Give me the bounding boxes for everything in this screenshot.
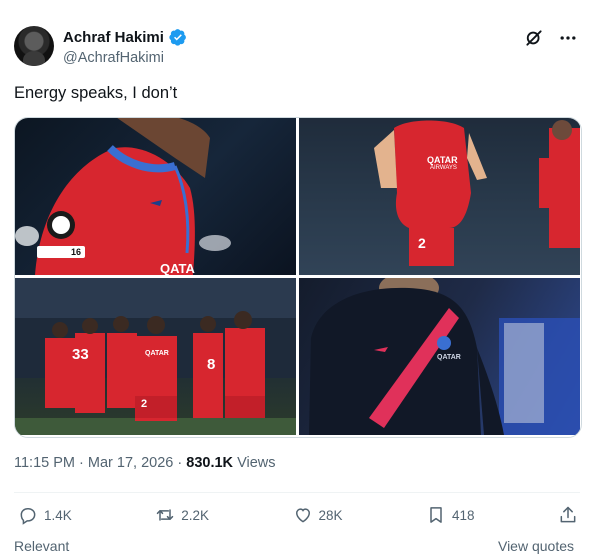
heart-icon bbox=[295, 508, 310, 523]
shorts-number: 2 bbox=[418, 235, 426, 251]
meta-separator: · bbox=[79, 455, 84, 471]
tweet-meta: 11:15 PM · Mar 17, 2026 · 830.1K Views bbox=[14, 455, 275, 471]
tweet-date[interactable]: Mar 17, 2026 bbox=[88, 455, 173, 471]
media-image-1[interactable]: 16 QATA bbox=[15, 118, 296, 275]
more-options-icon[interactable] bbox=[558, 28, 578, 48]
grok-icon[interactable] bbox=[524, 28, 544, 48]
bookmark-count: 418 bbox=[452, 507, 475, 523]
tweet-time[interactable]: 11:15 PM bbox=[14, 455, 75, 471]
badge-number: 16 bbox=[71, 247, 82, 257]
action-bar: 1.4K 2.2K 28K 418 bbox=[18, 505, 578, 525]
avatar[interactable] bbox=[14, 26, 54, 66]
divider bbox=[14, 492, 580, 493]
media-image-4[interactable]: QATAR bbox=[299, 278, 580, 435]
media-image-2[interactable]: QATAR AIRWAYS 2 bbox=[299, 118, 580, 275]
author-name[interactable]: Achraf Hakimi bbox=[63, 29, 164, 46]
player-number-right: 8 bbox=[207, 356, 216, 373]
reply-icon bbox=[20, 508, 36, 525]
tweet-text: Energy speaks, I don’t bbox=[14, 84, 178, 102]
bookmark-icon bbox=[430, 507, 442, 523]
view-quotes-link[interactable]: View quotes bbox=[498, 538, 574, 554]
shirt-sponsor-main: QATAR bbox=[427, 155, 458, 165]
like-count: 28K bbox=[318, 507, 343, 523]
player-number-left: 33 bbox=[72, 346, 89, 363]
views-label: Views bbox=[237, 455, 276, 471]
repost-icon bbox=[157, 509, 174, 521]
reply-button[interactable]: 1.4K bbox=[18, 505, 72, 525]
views-count: 830.1K bbox=[186, 455, 234, 471]
share-icon bbox=[560, 506, 576, 523]
repost-count: 2.2K bbox=[181, 507, 210, 523]
author-name-row: Achraf Hakimi bbox=[63, 28, 187, 46]
shirt-sponsor-text: QATAR bbox=[145, 350, 169, 357]
media-image-3[interactable]: QATAR 33 2 8 bbox=[15, 278, 296, 435]
reply-count: 1.4K bbox=[44, 507, 72, 523]
shirt-sponsor-text: QATA bbox=[160, 261, 195, 275]
share-button[interactable] bbox=[558, 505, 578, 525]
verified-badge-icon bbox=[169, 28, 187, 46]
like-button[interactable]: 28K bbox=[293, 505, 343, 525]
jacket-sponsor-text: QATAR bbox=[437, 354, 461, 361]
relevant-sort-label[interactable]: Relevant bbox=[14, 538, 69, 554]
tweet-card: Achraf Hakimi @AchrafHakimi Energy speak… bbox=[0, 0, 594, 554]
player-number-center: 2 bbox=[141, 398, 148, 410]
author-handle[interactable]: @AchrafHakimi bbox=[63, 50, 164, 66]
top-actions bbox=[524, 28, 578, 48]
repost-button[interactable]: 2.2K bbox=[155, 505, 209, 525]
bookmark-button[interactable]: 418 bbox=[426, 505, 475, 525]
meta-separator: · bbox=[177, 455, 183, 471]
shirt-sponsor-sub: AIRWAYS bbox=[430, 165, 457, 171]
media-grid: 16 QATA QATAR AIRWAYS 2 QATAR 33 2 8 QAT… bbox=[14, 117, 582, 438]
